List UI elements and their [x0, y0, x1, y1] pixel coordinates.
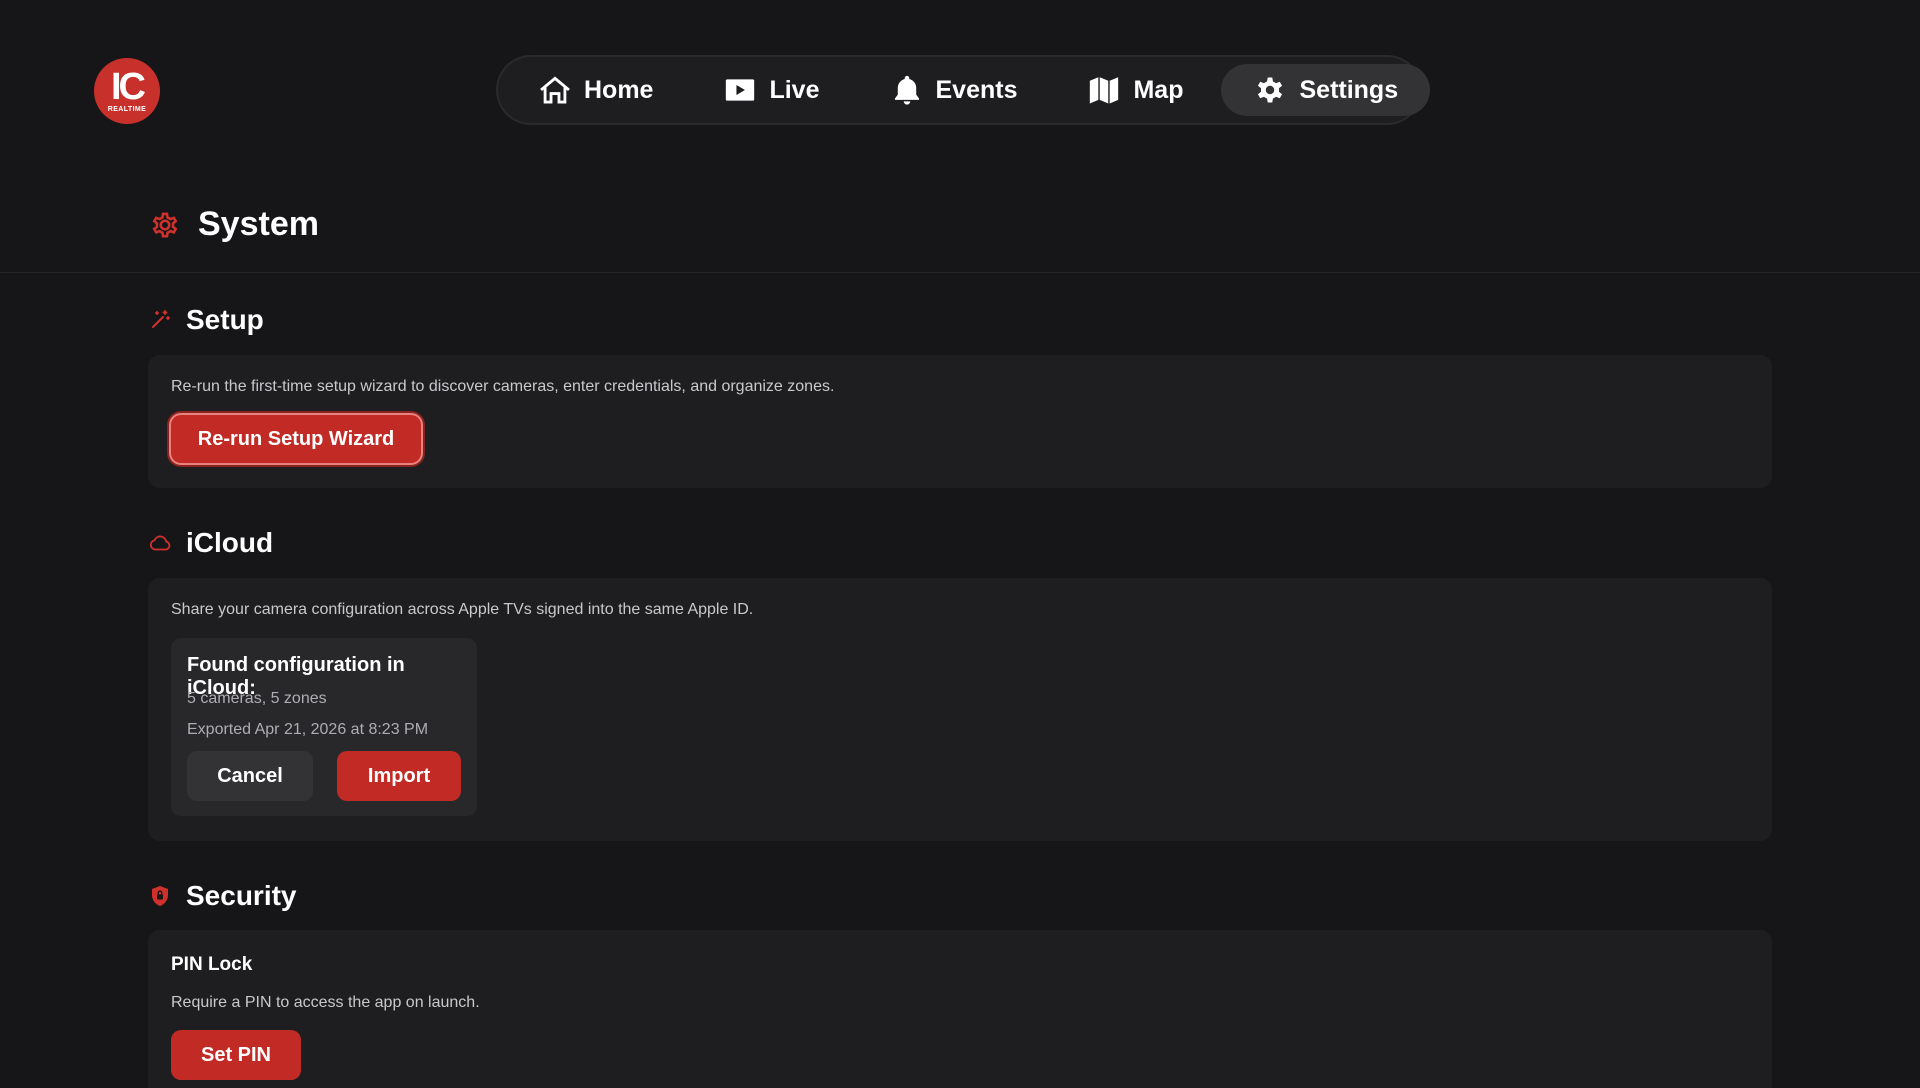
logo-subtitle: REALTIME [107, 105, 147, 113]
page-header: System [148, 205, 319, 244]
nav-item-live[interactable]: Live [691, 64, 851, 116]
gear-icon [1258, 77, 1283, 103]
wand-icon [152, 310, 170, 328]
app-logo: IC REALTIME [94, 58, 160, 124]
cancel-button[interactable]: Cancel [187, 751, 313, 801]
section-title-security: Security [186, 880, 297, 911]
rerun-setup-wizard-button[interactable]: Re-run Setup Wizard [171, 415, 421, 463]
map-icon [1090, 77, 1119, 104]
section-header-icloud: iCloud [148, 527, 273, 559]
header-divider [0, 272, 1920, 273]
play-icon [726, 79, 755, 101]
pin-lock-description: Require a PIN to access the app on launc… [171, 994, 480, 1011]
gear-icon [152, 212, 178, 237]
nav-item-events[interactable]: Events [858, 64, 1050, 116]
section-title-icloud: iCloud [186, 527, 274, 558]
security-card: PIN Lock Require a PIN to access the app… [148, 930, 1772, 1088]
nav-item-settings[interactable]: Settings [1221, 64, 1431, 116]
icloud-description: Share your camera configuration across A… [171, 601, 754, 618]
page-title: System [198, 205, 319, 243]
nav-label-events: Events [935, 75, 1018, 104]
nav-label-settings: Settings [1299, 75, 1399, 104]
found-config-summary: 5 cameras, 5 zones [187, 690, 327, 707]
nav-label-live: Live [769, 75, 820, 104]
shield-icon [152, 886, 168, 906]
nav-label-map: Map [1133, 75, 1184, 104]
section-title-setup: Setup [186, 304, 264, 335]
nav-item-map[interactable]: Map [1055, 64, 1215, 116]
pin-lock-title: PIN Lock [171, 954, 253, 975]
setup-card: Re-run the first-time setup wizard to di… [148, 355, 1772, 488]
top-nav: Home Live Events Map Settings [498, 57, 1431, 123]
nav-item-home[interactable]: Home [506, 64, 685, 116]
found-config-exported: Exported Apr 21, 2026 at 8:23 PM [187, 721, 429, 738]
icloud-card: Share your camera configuration across A… [148, 578, 1772, 841]
nav-label-home: Home [584, 75, 654, 104]
set-pin-button[interactable]: Set PIN [171, 1030, 301, 1080]
import-button[interactable]: Import [337, 751, 461, 801]
logo-mark: IC [111, 65, 146, 108]
cloud-icon [149, 535, 171, 551]
section-header-setup: Setup [148, 304, 264, 336]
setup-description: Re-run the first-time setup wizard to di… [171, 378, 835, 395]
icloud-found-panel: Found configuration in iCloud: 5 cameras… [171, 638, 477, 816]
bell-icon [894, 75, 919, 105]
home-icon [540, 76, 570, 104]
screen: IC REALTIME Home Live Events Map Setting… [0, 0, 1920, 1088]
section-header-security: Security [148, 880, 297, 912]
